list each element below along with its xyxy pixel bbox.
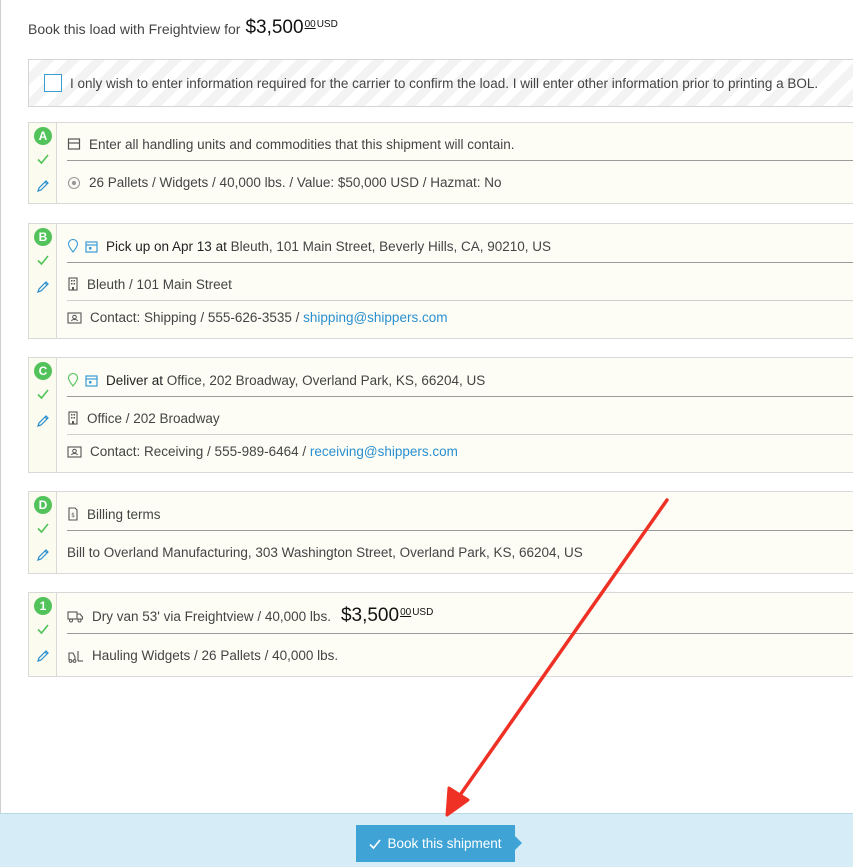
- edit-pencil-icon[interactable]: [36, 649, 50, 663]
- hauling-details: Hauling Widgets / 26 Pallets / 40,000 lb…: [67, 639, 853, 672]
- commodities-summary-text: 26 Pallets / Widgets / 40,000 lbs. / Val…: [89, 175, 502, 190]
- carrier-price-main: $3,500: [340, 605, 400, 626]
- billing-party: Bill to Overland Manufacturing, 303 Wash…: [67, 536, 853, 569]
- booking-price-currency: USD: [316, 19, 338, 30]
- check-icon: [37, 389, 49, 400]
- delivery-contact: Contact: Receiving / 555-989-6464 / rece…: [67, 435, 853, 468]
- carrier-quote-text: Dry van 53' via Freightview / 40,000 lbs…: [92, 608, 331, 624]
- delivery-building: Office / 202 Broadway: [67, 402, 853, 435]
- check-icon: [369, 838, 382, 849]
- edit-pencil-icon[interactable]: [36, 414, 50, 428]
- pickup-email-link[interactable]: shipping@shippers.com: [303, 310, 447, 325]
- map-pin-icon: [67, 373, 79, 387]
- footer-bar: Book this shipment: [0, 813, 853, 867]
- commodities-prompt-text: Enter all handling units and commodities…: [89, 136, 515, 152]
- book-shipment-button[interactable]: Book this shipment: [356, 825, 522, 862]
- delivery-location-text: Office, 202 Broadway, Overland Park, KS,…: [166, 372, 486, 388]
- hauling-details-text: Hauling Widgets / 26 Pallets / 40,000 lb…: [92, 648, 339, 663]
- booking-price: $3,500 00 USD: [245, 16, 337, 40]
- section-badge: 1: [34, 597, 52, 615]
- check-icon: [37, 523, 49, 534]
- pickup-location-text: Bleuth, 101 Main Street, Beverly Hills, …: [230, 238, 551, 254]
- confirm-only-checkbox[interactable]: [44, 74, 62, 92]
- calendar-icon: [85, 374, 98, 387]
- section-rail: D: [29, 492, 57, 573]
- delivery-email-link[interactable]: receiving@shippers.com: [310, 444, 458, 459]
- section-carrier: 1 Dry van 53' via Freightview / 40,000 l…: [28, 592, 853, 677]
- commodities-summary: 26 Pallets / Widgets / 40,000 lbs. / Val…: [67, 166, 853, 199]
- pickup-schedule: Pick up on Apr 13 at Bleuth, 101 Main St…: [67, 230, 853, 263]
- confirm-only-option: I only wish to enter information require…: [28, 59, 853, 107]
- truck-icon: [67, 610, 84, 622]
- svg-text:$: $: [71, 512, 75, 519]
- edit-pencil-icon[interactable]: [36, 280, 50, 294]
- edit-pencil-icon[interactable]: [36, 548, 50, 562]
- map-pin-icon: [67, 239, 79, 253]
- pickup-contact-text: Contact: Shipping / 555-626-3535 /: [90, 310, 300, 325]
- carrier-price: $3,500 00 USD: [341, 604, 433, 628]
- edit-pencil-icon[interactable]: [36, 179, 50, 193]
- commodities-prompt: Enter all handling units and commodities…: [67, 128, 853, 161]
- section-rail: B: [29, 224, 57, 338]
- section-rail: A: [29, 123, 57, 203]
- billing-terms-text: Billing terms: [87, 506, 161, 522]
- calendar-icon: [85, 240, 98, 253]
- section-commodities: A Enter all handling units and commoditi…: [28, 122, 853, 204]
- booking-price-cents: 00: [304, 19, 316, 30]
- section-delivery: C Deliver at Office, 202 Broadway, Overl…: [28, 357, 853, 473]
- section-badge: A: [34, 127, 52, 145]
- box-icon: [67, 138, 81, 150]
- pickup-date-text: Pick up on Apr 13 at: [106, 238, 227, 254]
- check-icon: [37, 154, 49, 165]
- forklift-icon: [68, 650, 83, 663]
- section-billing: D $ Billing terms Bill to Overland Manuf…: [28, 491, 853, 574]
- booking-header-label: Book this load with Freightview for: [28, 21, 241, 37]
- billing-party-text: Bill to Overland Manufacturing, 303 Wash…: [67, 545, 583, 560]
- contact-card-icon: [67, 312, 82, 324]
- section-pickup: B Pick up on Apr 13 at Bleuth, 101 Main …: [28, 223, 853, 339]
- delivery-building-text: Office / 202 Broadway: [87, 410, 220, 426]
- section-badge: C: [34, 362, 52, 380]
- carrier-quote: Dry van 53' via Freightview / 40,000 lbs…: [67, 599, 853, 634]
- building-icon: [68, 411, 78, 425]
- radio-dot-icon: [67, 176, 81, 189]
- check-icon: [37, 624, 49, 635]
- pickup-building: Bleuth / 101 Main Street: [67, 268, 853, 301]
- check-icon: [37, 255, 49, 266]
- section-rail: 1: [29, 593, 57, 676]
- pickup-building-text: Bleuth / 101 Main Street: [87, 276, 232, 292]
- carrier-price-cents: 00: [400, 607, 412, 618]
- building-icon: [68, 277, 78, 291]
- contact-card-icon: [67, 446, 82, 458]
- section-badge: D: [34, 496, 52, 514]
- invoice-icon: $: [68, 507, 78, 521]
- booking-price-main: $3,500: [245, 17, 304, 38]
- delivery-schedule: Deliver at Office, 202 Broadway, Overlan…: [67, 364, 853, 397]
- pickup-contact: Contact: Shipping / 555-626-3535 / shipp…: [67, 301, 853, 334]
- section-rail: C: [29, 358, 57, 472]
- billing-terms-heading: $ Billing terms: [67, 498, 853, 531]
- carrier-price-currency: USD: [412, 607, 434, 618]
- section-badge: B: [34, 228, 52, 246]
- book-shipment-label: Book this shipment: [387, 836, 502, 851]
- booking-header: Book this load with Freightview for $3,5…: [28, 16, 338, 40]
- delivery-contact-text: Contact: Receiving / 555-989-6464 /: [90, 444, 307, 459]
- confirm-only-text: I only wish to enter information require…: [70, 75, 819, 91]
- delivery-date-text: Deliver at: [106, 372, 164, 388]
